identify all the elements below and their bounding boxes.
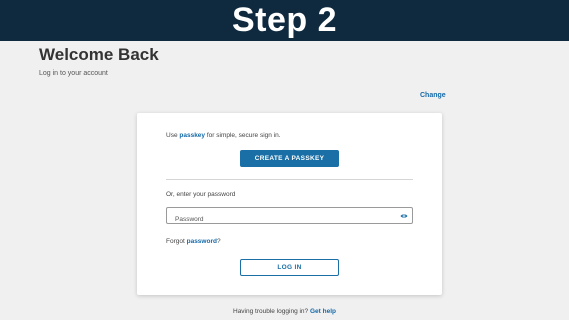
forgot-suffix: ? (216, 238, 221, 245)
help-line: Having trouble logging in? Get help (0, 308, 569, 315)
password-input[interactable] (167, 212, 387, 227)
divider (166, 179, 413, 180)
passkey-prompt: Use passkey for simple, secure sign in. (166, 132, 281, 139)
passkey-keyword: passkey (179, 132, 206, 139)
page-subtitle: Log in to your account (39, 70, 108, 77)
create-passkey-button[interactable]: CREATE A PASSKEY (240, 150, 339, 167)
forgot-password-line: Forgot password? (166, 238, 221, 245)
trouble-text: Having trouble logging in? (233, 308, 309, 315)
passkey-prefix: Use (166, 132, 178, 139)
change-link[interactable]: Change (420, 92, 446, 99)
eye-icon[interactable] (400, 212, 408, 220)
login-card: Use passkey for simple, secure sign in. … (137, 113, 442, 295)
forgot-prefix: Forgot (166, 238, 185, 245)
password-field (166, 207, 413, 227)
password-prompt: Or, enter your password (166, 191, 236, 198)
page-title: Welcome Back (39, 45, 159, 64)
step-banner: Step 2 (0, 0, 569, 41)
passkey-suffix: for simple, secure sign in. (206, 132, 281, 139)
login-button[interactable]: LOG IN (240, 259, 339, 276)
forgot-password-link[interactable]: password (187, 238, 217, 245)
get-help-link[interactable]: Get help (310, 308, 336, 315)
